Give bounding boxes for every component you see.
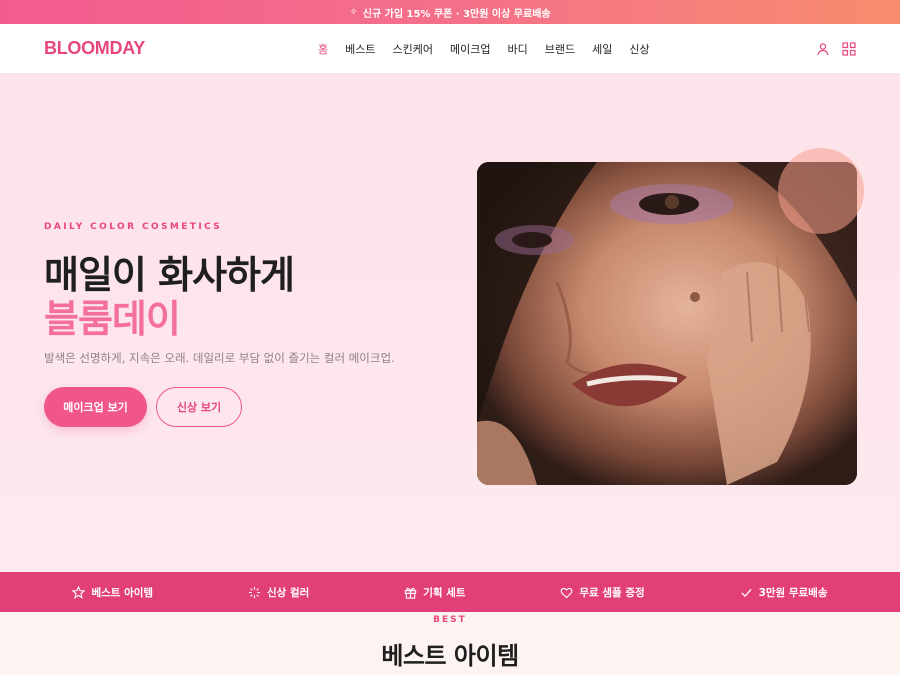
feature-label: 베스트 아이템 xyxy=(91,586,154,599)
feature-item[interactable]: 신상 컬러 xyxy=(248,585,309,600)
best-title: 베스트 아이템 xyxy=(381,642,519,670)
nav-item-new[interactable]: 신상 xyxy=(629,41,649,57)
view-makeup-button[interactable]: 메이크업 보기 xyxy=(44,387,147,427)
user-icon[interactable] xyxy=(816,41,830,56)
feature-label: 기획 세트 xyxy=(423,586,466,599)
nav-item-makeup[interactable]: 메이크업 xyxy=(450,41,490,57)
gift-icon xyxy=(405,587,417,599)
sparkle-icon xyxy=(248,586,261,598)
feature-strip: 베스트 아이템 신상 컬러 기획 세트 무료 샘플 증정 3만원 무료배송 xyxy=(0,572,900,612)
promo-banner: ✧ 신규 가입 15% 쿠폰 · 3만원 이상 무료배송 xyxy=(0,0,900,24)
decorative-circle xyxy=(778,148,864,234)
nav-item-home[interactable]: 홈 xyxy=(318,41,328,57)
star-icon xyxy=(72,585,86,599)
hero-section: DAILY COLOR COSMETICS 매일이 화사하게 블룸데이 발색은 … xyxy=(0,74,900,572)
best-section: BEST 베스트 아이템 xyxy=(0,612,900,675)
sparkle-icon: ✧ xyxy=(349,6,358,18)
feature-label: 3만원 무료배송 xyxy=(758,586,828,599)
logo[interactable]: BLOOMDAY xyxy=(44,38,145,59)
main-menu: 홈 베스트 스킨케어 메이크업 바디 브랜드 세일 신상 xyxy=(318,41,650,57)
feature-item[interactable]: 기획 세트 xyxy=(404,585,465,600)
hero-description: 발색은 선명하게, 지속은 오래. 데일리로 부담 없이 즐기는 컬러 메이크업… xyxy=(44,351,395,365)
check-icon xyxy=(740,588,752,597)
promo-text: 신규 가입 15% 쿠폰 · 3만원 이상 무료배송 xyxy=(362,8,551,20)
best-eyebrow: BEST xyxy=(433,615,467,625)
nav-item-skincare[interactable]: 스킨케어 xyxy=(393,41,433,57)
feature-item[interactable]: 무료 샘플 증정 xyxy=(560,585,645,600)
feature-label: 신상 컬러 xyxy=(266,586,310,599)
hero-title-line2: 블룸데이 xyxy=(44,297,181,341)
hero-eyebrow: DAILY COLOR COSMETICS xyxy=(44,222,223,232)
feature-label: 무료 샘플 증정 xyxy=(579,586,645,599)
feature-item[interactable]: 3만원 무료배송 xyxy=(740,585,828,600)
view-new-button[interactable]: 신상 보기 xyxy=(156,387,242,427)
feature-item[interactable]: 베스트 아이템 xyxy=(72,585,153,600)
heart-icon xyxy=(560,587,573,598)
nav-item-brand[interactable]: 브랜드 xyxy=(545,41,575,57)
header-nav: BLOOMDAY 홈 베스트 스킨케어 메이크업 바디 브랜드 세일 신상 xyxy=(0,24,900,74)
nav-item-sale[interactable]: 세일 xyxy=(592,41,612,57)
nav-item-best[interactable]: 베스트 xyxy=(345,41,375,57)
grid-menu-icon[interactable] xyxy=(842,41,856,56)
nav-item-body[interactable]: 바디 xyxy=(507,41,527,57)
header-icons xyxy=(816,41,856,56)
